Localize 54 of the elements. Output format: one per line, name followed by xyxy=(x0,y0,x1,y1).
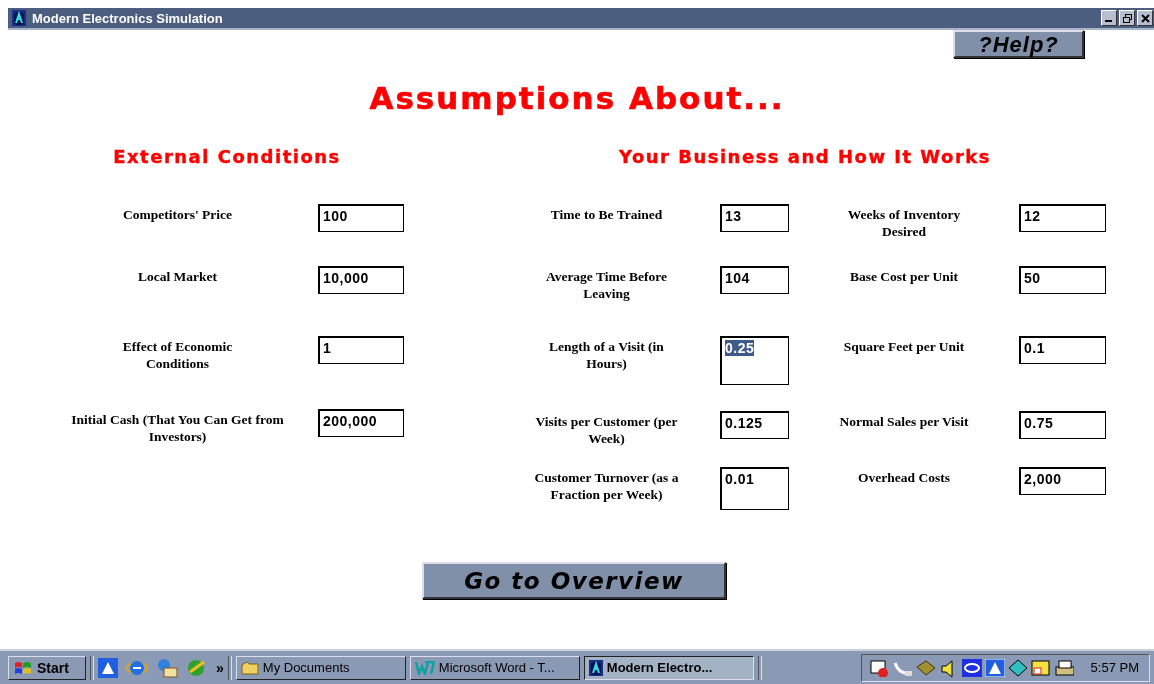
input-field[interactable]: 100 xyxy=(318,204,404,232)
field-label: Visits per Customer (per Week) xyxy=(534,413,679,447)
input-field[interactable]: 104 xyxy=(720,266,789,294)
field-label: Initial Cash (That You Can Get from Investors) xyxy=(70,411,285,445)
folder-icon xyxy=(240,660,259,675)
word-icon xyxy=(414,660,435,675)
input-field[interactable]: 0.1 xyxy=(1019,336,1106,364)
taskbar-button[interactable]: Modern Electro... xyxy=(583,655,754,680)
window-title: Modern Electronics Simulation xyxy=(32,10,224,26)
input-field[interactable]: 1 xyxy=(318,336,404,364)
close-icon[interactable] xyxy=(1137,10,1153,26)
input-field[interactable]: 12 xyxy=(1019,204,1106,232)
app-icon xyxy=(12,10,26,26)
input-field[interactable]: 0.01 xyxy=(720,467,789,510)
field-label: Time to Be Trained xyxy=(550,206,663,223)
field-label: Competitors' Price xyxy=(122,206,233,223)
display-icon[interactable] xyxy=(1030,658,1051,677)
input-field[interactable]: 13 xyxy=(720,204,789,232)
input-field[interactable]: 0.25 xyxy=(720,336,789,385)
field-label: Length of a Visit (in Hours) xyxy=(548,338,665,372)
section-heading: Your Business and How It Works xyxy=(619,146,991,168)
input-field[interactable]: 2,000 xyxy=(1019,467,1106,495)
input-field[interactable]: 10,000 xyxy=(318,266,404,294)
help-button[interactable]: ?Help? xyxy=(953,30,1084,58)
windows-logo-icon xyxy=(13,659,33,676)
start-button[interactable]: Start xyxy=(8,655,86,680)
minimize-icon[interactable] xyxy=(1101,10,1117,26)
mail-icon[interactable] xyxy=(156,657,178,678)
field-label: Base Cost per Unit xyxy=(849,268,959,285)
input-field[interactable]: 50 xyxy=(1019,266,1106,294)
desktop-icon[interactable] xyxy=(98,657,118,678)
section-heading: External Conditions xyxy=(113,146,341,168)
field-label: Overhead Costs xyxy=(858,469,950,486)
page-heading: Assumptions About... xyxy=(368,80,786,116)
taskbar-button[interactable]: My Documents xyxy=(235,655,406,680)
go-to-overview-button[interactable]: Go to Overview xyxy=(422,562,726,599)
field-label: Effect of Economic Conditions xyxy=(121,338,234,372)
field-label: Normal Sales per Visit xyxy=(839,413,969,430)
field-label: Local Market xyxy=(137,268,218,285)
restore-icon[interactable] xyxy=(1119,10,1135,26)
calendar-icon[interactable] xyxy=(869,658,890,677)
input-field[interactable]: 0.75 xyxy=(1019,411,1106,439)
more-button[interactable]: » xyxy=(216,659,224,676)
desktop-icon[interactable] xyxy=(984,658,1005,677)
input-field[interactable]: 0.125 xyxy=(720,411,789,439)
input-field[interactable]: 200,000 xyxy=(318,409,404,437)
app-icon xyxy=(588,659,603,676)
clock: 5:57 PM xyxy=(1090,660,1139,675)
field-label: Customer Turnover (as a Fraction per Week) xyxy=(533,469,680,503)
printer-icon[interactable] xyxy=(1053,658,1074,677)
field-label: Weeks of Inventory Desired xyxy=(846,206,962,240)
field-label: Square Feet per Unit xyxy=(843,338,965,355)
taskbar-button[interactable]: Microsoft Word - T... xyxy=(409,655,580,680)
field-label: Average Time Before Leaving xyxy=(544,268,669,302)
